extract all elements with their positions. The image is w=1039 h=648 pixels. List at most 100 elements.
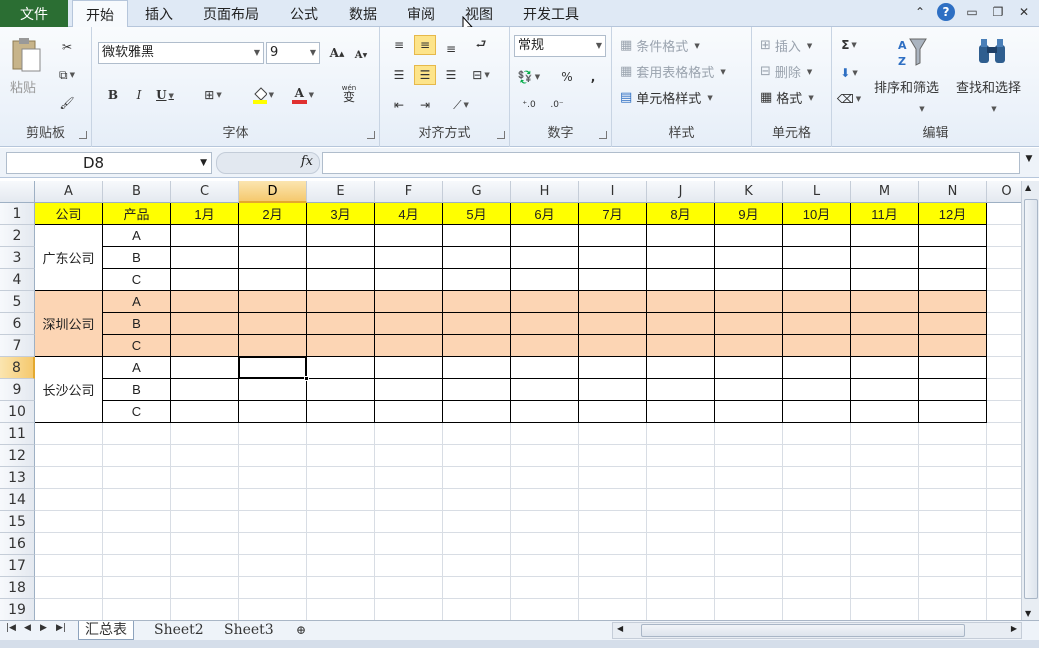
cell[interactable] <box>375 599 443 620</box>
value-cell[interactable] <box>171 313 239 335</box>
table-header-cell[interactable]: 11月 <box>851 203 919 225</box>
cell[interactable] <box>987 291 1021 313</box>
worksheet-grid[interactable]: ABCDEFGHIJKLMNO 1 2 3 4 5 6 7 8 9 10 11 12 13 14 15 16 1… <box>0 181 1021 620</box>
value-cell[interactable] <box>511 357 579 379</box>
font-launcher-icon[interactable] <box>367 131 375 139</box>
cell[interactable] <box>171 577 239 599</box>
value-cell[interactable] <box>171 225 239 247</box>
value-cell[interactable] <box>171 291 239 313</box>
value-cell[interactable] <box>783 357 851 379</box>
value-cell[interactable] <box>851 291 919 313</box>
cell[interactable] <box>987 379 1021 401</box>
value-cell[interactable] <box>851 401 919 423</box>
value-cell[interactable] <box>307 335 375 357</box>
format-as-table-button[interactable]: ▦ 套用表格格式 ▼ <box>620 62 726 81</box>
value-cell[interactable] <box>443 379 511 401</box>
cell[interactable] <box>35 555 103 577</box>
percent-button[interactable]: % <box>556 67 578 87</box>
increase-indent-icon[interactable]: ⇥ <box>414 95 436 115</box>
value-cell[interactable] <box>715 225 783 247</box>
cell[interactable] <box>647 599 715 620</box>
cell[interactable] <box>783 445 851 467</box>
cell[interactable] <box>443 577 511 599</box>
row-header[interactable]: 10 <box>0 401 35 423</box>
cell[interactable] <box>647 511 715 533</box>
cell[interactable] <box>579 577 647 599</box>
cell[interactable] <box>715 467 783 489</box>
currency-icon[interactable]: 💱 ▼ <box>518 67 540 87</box>
row-header[interactable]: 8 <box>0 357 35 379</box>
value-cell[interactable] <box>443 357 511 379</box>
value-cell[interactable] <box>307 357 375 379</box>
fill-icon[interactable]: ⬇ ▼ <box>838 63 860 83</box>
cell[interactable] <box>919 577 987 599</box>
sheet-tab-2[interactable]: Sheet2 <box>148 621 210 640</box>
cell[interactable] <box>783 599 851 620</box>
row-header[interactable]: 13 <box>0 467 35 489</box>
cell[interactable] <box>851 577 919 599</box>
cell[interactable] <box>851 599 919 620</box>
value-cell[interactable] <box>647 357 715 379</box>
column-header[interactable]: O <box>987 181 1021 203</box>
cell[interactable] <box>715 533 783 555</box>
cell[interactable] <box>375 533 443 555</box>
cell[interactable] <box>987 467 1021 489</box>
scroll-right-icon[interactable]: ▶ <box>1011 624 1017 633</box>
expand-formula-bar-icon[interactable]: ▼ <box>1021 154 1037 172</box>
next-sheet-icon[interactable]: ▶ <box>40 623 47 633</box>
cell[interactable] <box>239 577 307 599</box>
column-header[interactable]: A <box>35 181 103 203</box>
value-cell[interactable] <box>171 379 239 401</box>
cell[interactable] <box>919 489 987 511</box>
value-cell[interactable] <box>783 379 851 401</box>
align-left-icon[interactable]: ☰ <box>388 65 410 85</box>
cell[interactable] <box>579 423 647 445</box>
column-header[interactable]: J <box>647 181 715 203</box>
cell[interactable] <box>647 467 715 489</box>
cell[interactable] <box>511 445 579 467</box>
value-cell[interactable] <box>783 269 851 291</box>
value-cell[interactable] <box>919 357 987 379</box>
column-header[interactable]: C <box>171 181 239 203</box>
cell[interactable] <box>307 511 375 533</box>
paste-button[interactable]: 粘贴 <box>10 77 36 96</box>
shrink-font-button[interactable]: A ▼ <box>350 45 372 65</box>
value-cell[interactable] <box>511 401 579 423</box>
bold-button[interactable]: B <box>102 85 124 105</box>
cell[interactable] <box>171 489 239 511</box>
cell[interactable] <box>987 247 1021 269</box>
value-cell[interactable] <box>647 225 715 247</box>
conditional-format-button[interactable]: ▦ 条件格式 ▼ <box>620 36 700 55</box>
decrease-decimal-icon[interactable]: .0⁻ <box>546 95 568 115</box>
autosum-button[interactable]: Σ ▼ <box>838 35 860 55</box>
value-cell[interactable] <box>511 225 579 247</box>
value-cell[interactable] <box>783 225 851 247</box>
cell[interactable] <box>987 577 1021 599</box>
cell[interactable] <box>239 445 307 467</box>
cell[interactable] <box>307 445 375 467</box>
value-cell[interactable] <box>375 357 443 379</box>
value-cell[interactable] <box>579 225 647 247</box>
cell[interactable] <box>715 555 783 577</box>
value-cell[interactable] <box>919 401 987 423</box>
cell[interactable] <box>171 423 239 445</box>
value-cell[interactable] <box>851 225 919 247</box>
align-top-icon[interactable]: ≡ <box>388 35 410 55</box>
horizontal-scrollbar[interactable]: ◀ ▶ <box>612 622 1022 639</box>
minimize-icon[interactable]: ▭ <box>963 3 981 21</box>
product-cell[interactable]: B <box>103 313 171 335</box>
cell[interactable] <box>647 533 715 555</box>
cell[interactable] <box>35 511 103 533</box>
value-cell[interactable] <box>511 313 579 335</box>
sheet-tab-summary[interactable]: 汇总表 <box>78 621 134 640</box>
value-cell[interactable] <box>647 291 715 313</box>
cell[interactable] <box>103 577 171 599</box>
cell[interactable] <box>35 467 103 489</box>
cell[interactable] <box>171 599 239 620</box>
row-header[interactable]: 6 <box>0 313 35 335</box>
value-cell[interactable] <box>171 335 239 357</box>
insert-function-icon[interactable]: fx <box>301 154 313 169</box>
cell[interactable] <box>239 533 307 555</box>
cell[interactable] <box>171 533 239 555</box>
row-header[interactable]: 12 <box>0 445 35 467</box>
